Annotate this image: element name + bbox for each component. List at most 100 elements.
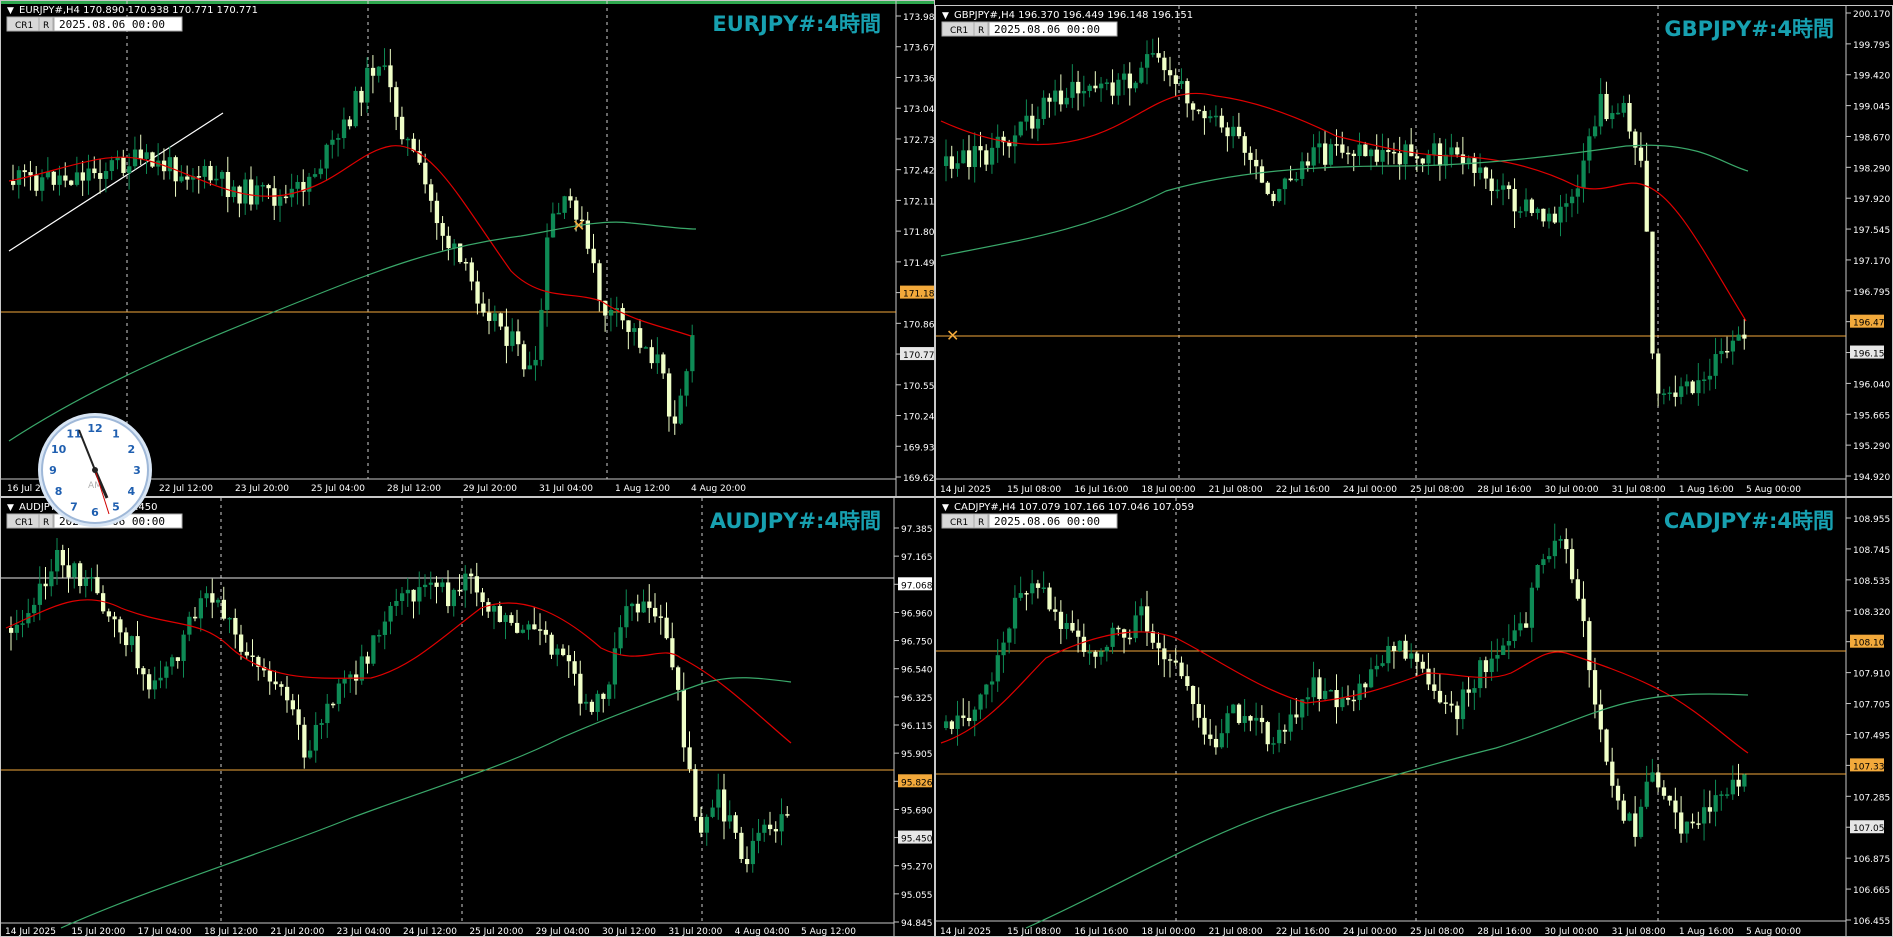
candle-body — [80, 172, 85, 181]
time-label: 28 Jul 12:00 — [387, 484, 441, 494]
candle-body — [1656, 772, 1661, 788]
clock-numeral: 4 — [128, 485, 136, 498]
candle-body — [497, 606, 502, 622]
candle-body — [658, 616, 663, 618]
candle-body — [681, 689, 686, 748]
candle-body — [1145, 54, 1150, 68]
candle-body — [1041, 97, 1046, 119]
time-label: 1 Aug 16:00 — [1679, 927, 1734, 936]
date-box[interactable]: 2025.08.06 00:00 — [994, 23, 1100, 36]
time-label: 22 Jul 12:00 — [159, 484, 213, 494]
chart-panel-gbpjpy[interactable]: ✕ ▼ GBPJPY#,H4 196.370 196.449 196.148 1… — [935, 5, 1893, 497]
candle-body — [400, 593, 405, 602]
time-label: 30 Jul 00:00 — [1545, 485, 1599, 495]
candle-body — [37, 583, 42, 605]
r-button[interactable]: R — [978, 26, 984, 36]
candle-body — [1730, 340, 1736, 352]
candle-body — [89, 577, 94, 579]
candle-body — [1598, 704, 1603, 730]
candle-body — [1236, 126, 1242, 137]
candle-body — [78, 563, 83, 586]
candle-body — [135, 636, 140, 669]
candle-body — [1414, 653, 1420, 662]
candle-body — [1512, 189, 1517, 212]
price-label: 95.055 — [901, 891, 933, 901]
candle-body — [312, 174, 318, 177]
cr1-button[interactable]: CR1 — [950, 26, 968, 36]
price-label: 171.182 — [903, 290, 934, 300]
chart-svg-audjpy[interactable]: ▼ AUDJPY#,H4 95.450 95.450 CR1 R 2025.08… — [1, 498, 934, 936]
cr1-button[interactable]: CR1 — [15, 21, 33, 31]
time-label: 18 Jul 00:00 — [1142, 927, 1196, 936]
candle-body — [127, 166, 132, 173]
price-label: 198.670 — [1853, 133, 1890, 143]
cr1-button[interactable]: CR1 — [15, 518, 33, 528]
candle-body — [1547, 556, 1552, 560]
time-label: 31 Jul 08:00 — [1612, 485, 1666, 495]
candle-body — [1030, 115, 1035, 129]
alert-marker[interactable]: ✕ — [946, 326, 959, 345]
candle-body — [1742, 334, 1747, 339]
r-button[interactable]: R — [43, 21, 49, 31]
candle-body — [1702, 807, 1707, 824]
candle-body — [1254, 717, 1259, 721]
price-label: 194.920 — [1853, 473, 1890, 483]
candle-body — [475, 281, 480, 304]
candle-body — [1707, 807, 1713, 812]
candle-body — [279, 684, 284, 687]
svg-text:▼: ▼ — [942, 503, 949, 513]
candle-body — [1489, 178, 1494, 192]
candle-body — [733, 815, 738, 833]
candle-body — [785, 814, 790, 816]
candle-body — [325, 703, 330, 724]
candle-body — [302, 724, 307, 758]
candle-body — [568, 196, 573, 201]
candle-body — [607, 684, 612, 699]
time-axis: 14 Jul 2025 15 Jul 08:00 16 Jul 16:00 18 Ju… — [940, 927, 1801, 936]
candle-body — [1696, 380, 1701, 394]
candle-body — [722, 789, 727, 822]
cr1-button[interactable]: CR1 — [950, 518, 968, 528]
candle-body — [693, 769, 698, 817]
chart-svg-cadjpy[interactable]: ▼ CADJPY#,H4 107.079 107.166 107.046 107… — [936, 498, 1892, 936]
price-label: 197.545 — [1853, 226, 1890, 236]
candle-body — [678, 395, 683, 424]
candle-body — [1615, 785, 1621, 801]
candle-body — [446, 582, 451, 607]
candle-body — [1667, 795, 1672, 801]
chart-panel-audjpy[interactable]: ▼ AUDJPY#,H4 95.450 95.450 CR1 R 2025.08… — [0, 497, 935, 937]
date-box[interactable]: 2025.08.06 00:00 — [994, 515, 1100, 528]
candle-body — [1696, 823, 1701, 825]
candle-body — [324, 144, 329, 169]
chart-svg-gbpjpy[interactable]: ✕ ▼ GBPJPY#,H4 196.370 196.449 196.148 1… — [936, 6, 1892, 496]
time-label: 24 Jul 12:00 — [403, 927, 457, 936]
candle-body — [1587, 621, 1592, 671]
candle-body — [1489, 658, 1494, 673]
candle-body — [1742, 774, 1747, 787]
alert-marker[interactable]: ✕ — [572, 216, 585, 235]
time-label: 23 Jul 20:00 — [235, 484, 289, 494]
date-box[interactable]: 2025.08.06 00:00 — [59, 18, 165, 31]
candle-body — [1127, 73, 1133, 89]
time-label: 18 Jul 12:00 — [204, 927, 258, 936]
r-button[interactable]: R — [978, 518, 984, 528]
price-label: 95.450 — [901, 835, 933, 845]
candle-body — [1725, 794, 1730, 796]
candle-body — [272, 188, 277, 206]
candle-body — [1294, 714, 1299, 718]
candle-body — [1179, 81, 1184, 84]
candle-body — [227, 617, 232, 620]
candle-body — [492, 313, 498, 321]
candle-body — [1719, 350, 1724, 355]
analog-clock-widget[interactable]: 12 1 2 3 4 5 6 7 8 9 10 11 AM — [35, 410, 155, 530]
candle-body — [1564, 203, 1569, 207]
candle-body — [1058, 611, 1064, 629]
clock-numeral: 8 — [55, 485, 63, 498]
candle-body — [1047, 97, 1052, 102]
candle-body — [961, 150, 966, 164]
candle-body — [572, 661, 577, 674]
chart-panel-cadjpy[interactable]: ▼ CADJPY#,H4 107.079 107.166 107.046 107… — [935, 497, 1893, 937]
candle-body — [1231, 126, 1236, 137]
candle-body — [690, 335, 695, 372]
candle-body — [1012, 597, 1018, 629]
